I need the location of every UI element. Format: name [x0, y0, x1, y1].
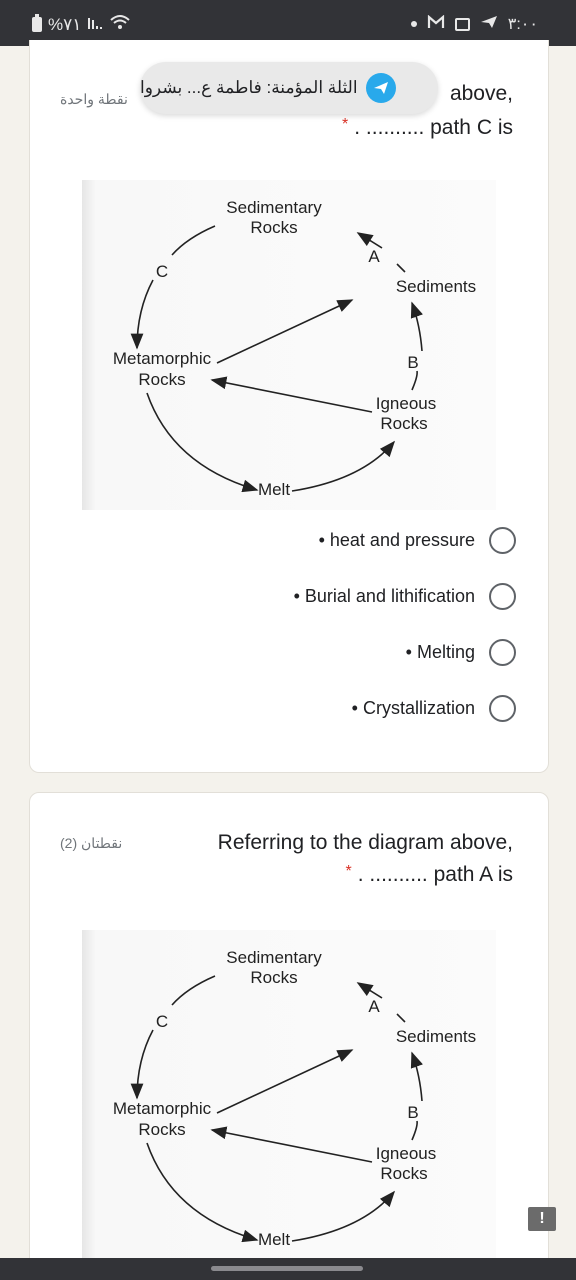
- path-c-arrow: [130, 279, 154, 350]
- wifi-icon: [109, 14, 131, 35]
- metamorphic-to-melt-arrow: [146, 1142, 259, 1243]
- navigation-bar: [0, 1258, 576, 1280]
- question-title: Referring to the diagram above,: [217, 831, 513, 854]
- igneous-to-metamorphic-arrow: [210, 376, 373, 413]
- node-sediments: Sediments: [396, 1027, 476, 1046]
- metamorphic-to-sediments-arrow: [216, 299, 354, 364]
- notification-dot-icon: [410, 21, 417, 27]
- option-heat-and-pressure[interactable]: • heat and pressure: [319, 527, 516, 554]
- gallery-icon: [454, 17, 470, 31]
- signal-icon: [87, 15, 103, 35]
- radio-button[interactable]: [489, 639, 516, 666]
- toast-text: الثلة المؤمنة: فاطمة ع... بشروا: [140, 78, 358, 97]
- node-sedimentary-rocks: Sedimentary: [226, 948, 322, 967]
- battery-charging-icon: [32, 14, 42, 32]
- metamorphic-to-sediments-arrow: [216, 1049, 354, 1114]
- node-sedimentary-rocks-line2: Rocks: [250, 218, 297, 237]
- radio-button[interactable]: [489, 583, 516, 610]
- question-subtitle: *. .......... path A is: [345, 863, 513, 886]
- clock: ٣:٠٠: [507, 16, 538, 33]
- required-asterisk: *: [345, 863, 352, 880]
- path-label-c: C: [156, 1012, 168, 1031]
- path-a-arrow: [356, 982, 383, 999]
- rock-cycle-svg: Sedimentary Rocks Sediments Metamorphic …: [113, 948, 476, 1249]
- node-sedimentary-rocks: Sedimentary: [226, 198, 322, 217]
- node-metamorphic-rocks: Metamorphic: [113, 349, 212, 368]
- path-b-lower: [411, 370, 418, 391]
- node-igneous-rocks-line2: Rocks: [380, 414, 427, 433]
- node-sedimentary-rocks-line2: Rocks: [250, 968, 297, 987]
- rock-cycle-diagram: Sedimentary Rocks Sediments Metamorphic …: [82, 180, 496, 510]
- path-c-upper: [171, 225, 216, 256]
- node-melt: Melt: [258, 480, 290, 499]
- path-label-c: C: [156, 262, 168, 281]
- option-burial-and-lithification[interactable]: • Burial and lithification: [294, 583, 516, 610]
- radio-button[interactable]: [489, 695, 516, 722]
- home-gesture-handle[interactable]: [211, 1266, 363, 1271]
- node-igneous-rocks: Igneous: [376, 1144, 437, 1163]
- radio-button[interactable]: [489, 527, 516, 554]
- question-subtitle: *. .......... path C is: [342, 116, 513, 139]
- path-label-a: A: [368, 247, 380, 266]
- gmail-icon: [427, 14, 445, 34]
- melt-to-igneous-arrow: [291, 1190, 396, 1242]
- rock-cycle-diagram: Sedimentary Rocks Sediments Metamorphic …: [82, 930, 496, 1260]
- node-metamorphic-rocks-line2: Rocks: [138, 370, 185, 389]
- telegram-notification-toast[interactable]: الثلة المؤمنة: فاطمة ع... بشروا: [140, 62, 438, 114]
- node-metamorphic-rocks-line2: Rocks: [138, 1120, 185, 1139]
- battery-level: %٧١: [48, 14, 82, 34]
- telegram-icon: [365, 73, 396, 103]
- path-a-lower: [396, 263, 406, 273]
- node-metamorphic-rocks: Metamorphic: [113, 1099, 212, 1118]
- path-c-upper: [171, 975, 216, 1006]
- report-feedback-button[interactable]: !: [528, 1207, 556, 1231]
- path-a-arrow: [356, 232, 383, 249]
- path-label-b: B: [407, 1103, 418, 1122]
- question-title: above,: [449, 82, 513, 105]
- path-b-arrow: [410, 301, 423, 352]
- path-c-arrow: [130, 1029, 154, 1100]
- node-sediments: Sediments: [396, 277, 476, 296]
- points-label: نقطتان (2): [60, 835, 123, 851]
- metamorphic-to-melt-arrow: [146, 392, 259, 493]
- option-melting[interactable]: • Melting: [406, 639, 516, 666]
- node-melt: Melt: [258, 1230, 290, 1249]
- melt-to-igneous-arrow: [291, 440, 396, 492]
- path-a-lower: [396, 1013, 406, 1023]
- path-b-lower: [411, 1120, 418, 1141]
- node-igneous-rocks: Igneous: [376, 394, 437, 413]
- points-label: نقطة واحدة: [60, 91, 128, 107]
- telegram-icon: [480, 15, 498, 34]
- path-label-b: B: [407, 353, 418, 372]
- required-asterisk: *: [342, 116, 349, 133]
- question-card-path-c: نقطة واحدة above, *. .......... path C i…: [29, 40, 549, 773]
- question-card-path-a: نقطتان (2) Referring to the diagram abov…: [29, 792, 549, 1280]
- path-b-arrow: [410, 1051, 423, 1102]
- path-label-a: A: [368, 997, 380, 1016]
- node-igneous-rocks-line2: Rocks: [380, 1164, 427, 1183]
- rock-cycle-svg: Sedimentary Rocks Sediments Metamorphic …: [113, 198, 476, 499]
- option-crystallization[interactable]: • Crystallization: [352, 695, 516, 722]
- igneous-to-metamorphic-arrow: [210, 1126, 373, 1163]
